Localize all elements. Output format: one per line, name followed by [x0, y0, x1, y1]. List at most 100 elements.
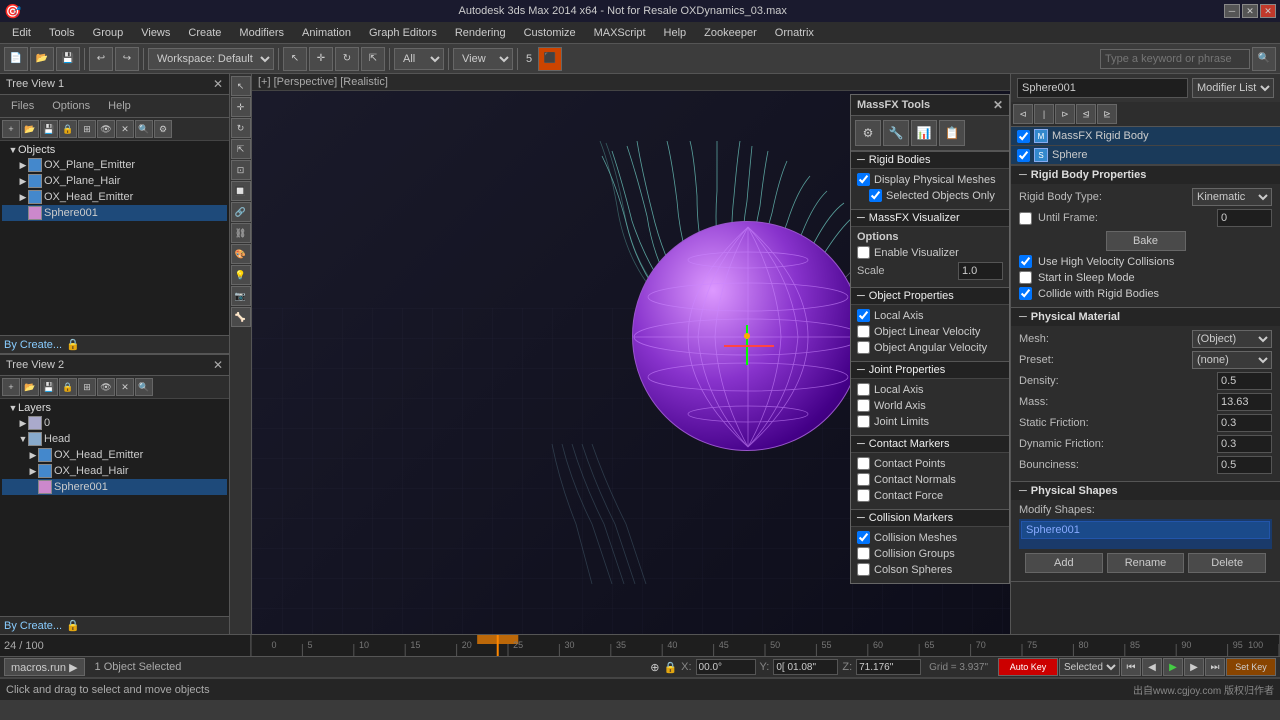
- tree2-item-layers[interactable]: ▼ Layers: [2, 401, 227, 415]
- tool-camera-icon[interactable]: 📷: [231, 286, 251, 306]
- next-frame-button[interactable]: ▶: [1184, 658, 1204, 676]
- physical-shapes-title[interactable]: ─ Physical Shapes: [1011, 482, 1280, 500]
- modifier-massfx[interactable]: M MassFX Rigid Body: [1011, 127, 1280, 146]
- menu-edit[interactable]: Edit: [4, 25, 39, 41]
- massfx-btn-1[interactable]: ⚙: [855, 120, 881, 146]
- menu-modifiers[interactable]: Modifiers: [231, 25, 292, 41]
- rt-btn-3[interactable]: ⊳: [1055, 104, 1075, 124]
- menu-rendering[interactable]: Rendering: [447, 25, 514, 41]
- dynamic-friction-input[interactable]: [1217, 435, 1272, 453]
- contact-normals-checkbox[interactable]: [857, 473, 870, 486]
- view-select[interactable]: View: [453, 48, 513, 70]
- search-button[interactable]: 🔍: [1252, 47, 1276, 71]
- tree-save-btn[interactable]: 💾: [40, 120, 58, 138]
- menu-group[interactable]: Group: [85, 25, 132, 41]
- tree2-save-btn[interactable]: 💾: [40, 378, 58, 396]
- close-button[interactable]: ✕: [1260, 4, 1276, 18]
- menu-customize[interactable]: Customize: [516, 25, 584, 41]
- world-axis-checkbox[interactable]: [857, 399, 870, 412]
- bake-button[interactable]: Bake: [1106, 231, 1186, 251]
- undo-button[interactable]: ↩: [89, 47, 113, 71]
- mesh-select[interactable]: (Object): [1192, 330, 1272, 348]
- tree-item-ox-head-emitter[interactable]: ▶ OX_Head_Emitter: [2, 189, 227, 205]
- until-frame-input[interactable]: [1217, 209, 1272, 227]
- tool-bone-icon[interactable]: 🦴: [231, 307, 251, 327]
- contact-markers-header[interactable]: ─ Contact Markers: [851, 435, 1009, 453]
- tree-item-objects[interactable]: ▼ Objects: [2, 143, 227, 157]
- rt-btn-2[interactable]: |: [1034, 104, 1054, 124]
- minimize-button[interactable]: ─: [1224, 4, 1240, 18]
- scale-input[interactable]: [958, 262, 1003, 280]
- menu-views[interactable]: Views: [133, 25, 178, 41]
- until-frame-checkbox[interactable]: [1019, 212, 1032, 225]
- menu-zookeeper[interactable]: Zookeeper: [696, 25, 765, 41]
- preset-select[interactable]: (none): [1192, 351, 1272, 369]
- high-velocity-checkbox[interactable]: [1019, 255, 1032, 268]
- joint-limits-checkbox[interactable]: [857, 415, 870, 428]
- macros-run-button[interactable]: macros.run ▶: [4, 658, 85, 676]
- local-axis-checkbox[interactable]: [857, 309, 870, 322]
- tool-scale-icon[interactable]: ⇱: [231, 139, 251, 159]
- massfx-btn-2[interactable]: 🔧: [883, 120, 909, 146]
- bounciness-input[interactable]: [1217, 456, 1272, 474]
- tab-options[interactable]: Options: [44, 98, 98, 114]
- collision-meshes-checkbox[interactable]: [857, 531, 870, 544]
- modifier-massfx-check[interactable]: [1017, 130, 1030, 143]
- prev-frame-button[interactable]: ◀: [1142, 658, 1162, 676]
- massfx-close[interactable]: ✕: [993, 98, 1003, 112]
- modifier-sphere-check[interactable]: [1017, 149, 1030, 162]
- body-type-select[interactable]: Kinematic: [1192, 188, 1272, 206]
- menu-animation[interactable]: Animation: [294, 25, 359, 41]
- tree2-new-btn[interactable]: +: [2, 378, 20, 396]
- tool-rotate-icon[interactable]: ↻: [231, 118, 251, 138]
- tree-view-btn[interactable]: 👁: [97, 120, 115, 138]
- tree2-filter-btn[interactable]: ⊞: [78, 378, 96, 396]
- tree-lock-btn[interactable]: 🔒: [59, 120, 77, 138]
- select-button[interactable]: ↖: [283, 47, 307, 71]
- massfx-btn-4[interactable]: 📋: [939, 120, 965, 146]
- enable-visualizer-checkbox[interactable]: [857, 246, 870, 259]
- tab-files[interactable]: Files: [3, 98, 42, 114]
- tree-new-btn[interactable]: +: [2, 120, 20, 138]
- filter-select[interactable]: All: [394, 48, 444, 70]
- contact-force-checkbox[interactable]: [857, 489, 870, 502]
- skip-back-button[interactable]: ⏮: [1121, 658, 1141, 676]
- coord-y-input[interactable]: [773, 659, 838, 675]
- tree2-item-head[interactable]: ▼ Head: [2, 431, 227, 447]
- tree2-item-0[interactable]: ▶ 0: [2, 415, 227, 431]
- save-button[interactable]: 💾: [56, 47, 80, 71]
- object-name-input[interactable]: [1017, 78, 1188, 98]
- joint-local-checkbox[interactable]: [857, 383, 870, 396]
- visualizer-header[interactable]: ─ MassFX Visualizer: [851, 209, 1009, 227]
- collision-groups-checkbox[interactable]: [857, 547, 870, 560]
- collide-rigid-checkbox[interactable]: [1019, 287, 1032, 300]
- obj-linear-checkbox[interactable]: [857, 325, 870, 338]
- colson-spheres-checkbox[interactable]: [857, 563, 870, 576]
- obj-angular-checkbox[interactable]: [857, 341, 870, 354]
- rigid-body-section-title[interactable]: ─ Rigid Body Properties: [1011, 166, 1280, 184]
- tool-material-icon[interactable]: 🎨: [231, 244, 251, 264]
- tool-link-icon[interactable]: 🔗: [231, 202, 251, 222]
- tree2-item-sphere001[interactable]: Sphere001: [2, 479, 227, 495]
- tree-settings-btn[interactable]: ⚙: [154, 120, 172, 138]
- rt-btn-5[interactable]: ⊵: [1097, 104, 1117, 124]
- skip-forward-button[interactable]: ⏭: [1205, 658, 1225, 676]
- tree2-item-ox-head-hair[interactable]: ▶ OX_Head_Hair: [2, 463, 227, 479]
- tree2-search-btn[interactable]: 🔍: [135, 378, 153, 396]
- rotate-button[interactable]: ↻: [335, 47, 359, 71]
- obj-props-header[interactable]: ─ Object Properties: [851, 287, 1009, 305]
- workspace-select[interactable]: Workspace: Default: [148, 48, 274, 70]
- joint-props-header[interactable]: ─ Joint Properties: [851, 361, 1009, 379]
- render-button[interactable]: ⬛: [538, 47, 562, 71]
- move-button[interactable]: ✛: [309, 47, 333, 71]
- open-button[interactable]: 📂: [30, 47, 54, 71]
- tree-item-ox-plane-emitter[interactable]: ▶ OX_Plane_Emitter: [2, 157, 227, 173]
- key-filter-select[interactable]: Selected: [1059, 658, 1120, 676]
- tree2-open-btn[interactable]: 📂: [21, 378, 39, 396]
- coord-z-input[interactable]: [856, 659, 921, 675]
- coord-x-input[interactable]: [696, 659, 756, 675]
- delete-shape-button[interactable]: Delete: [1188, 553, 1266, 573]
- rt-btn-4[interactable]: ⊴: [1076, 104, 1096, 124]
- contact-points-checkbox[interactable]: [857, 457, 870, 470]
- tab-help[interactable]: Help: [100, 98, 139, 114]
